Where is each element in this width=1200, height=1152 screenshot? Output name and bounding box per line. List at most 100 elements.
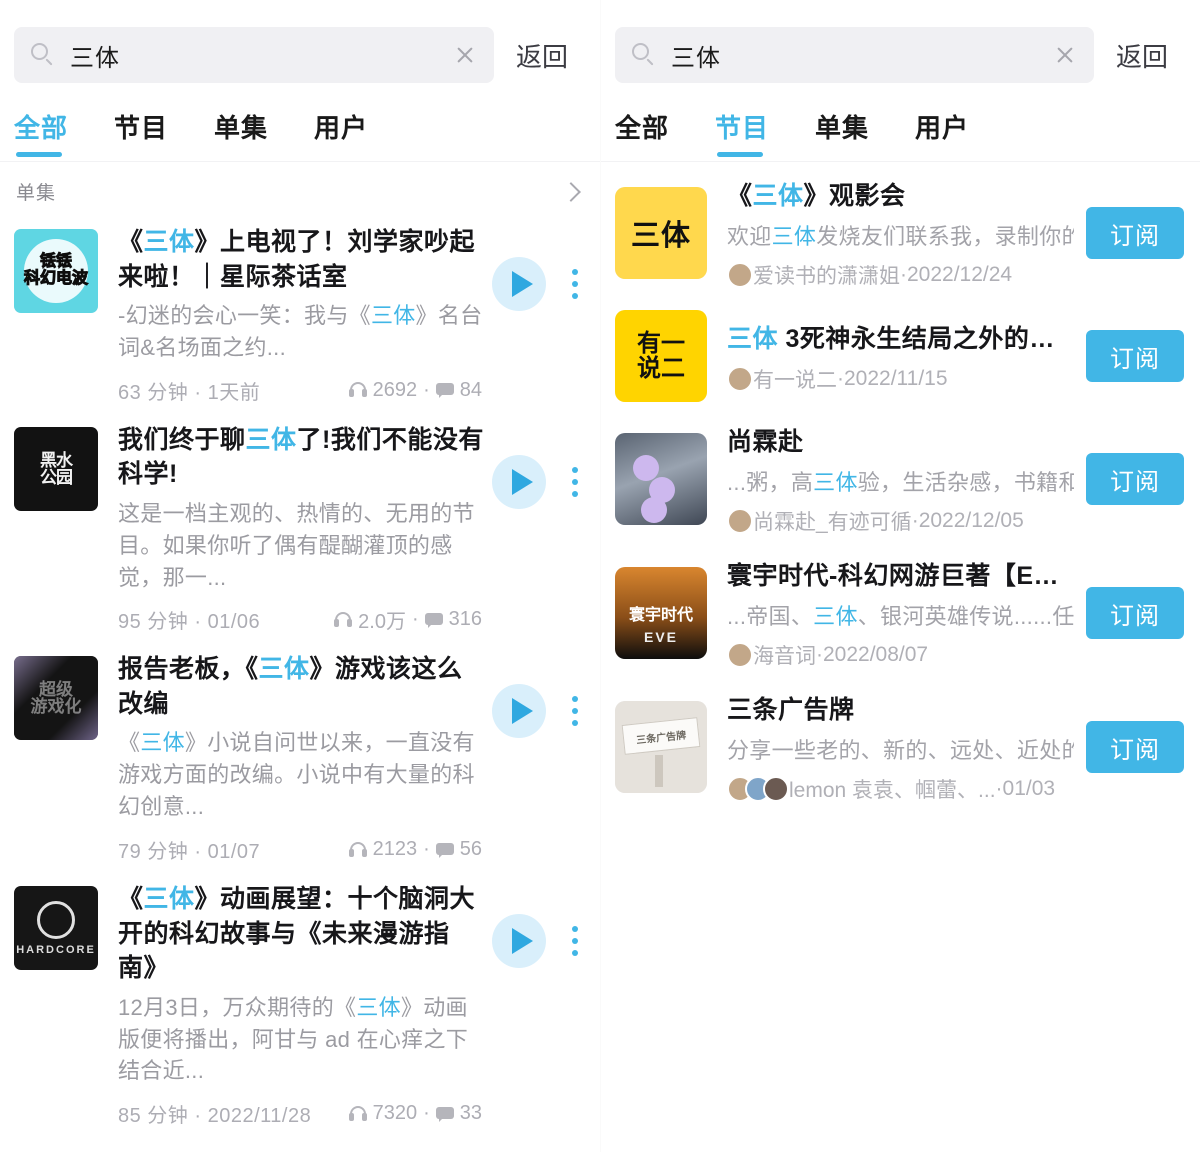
episode-row[interactable]: 黑水 公园 我们终于聊三体了!我们不能没有科学! 这是一档主观的、热情的、无用的节目。… (0, 413, 600, 643)
play-icon (511, 928, 533, 955)
search-input[interactable]: 三体 (615, 27, 1094, 83)
artwork: 铥铥 科幻电波 (14, 229, 98, 313)
play-button[interactable] (492, 454, 546, 509)
author-name: 爱读书的潇潇姐 (753, 265, 900, 288)
more-options-button[interactable] (564, 461, 586, 503)
podcast-cover[interactable]: 有一 说二 (615, 310, 707, 402)
podcast-description-highlight: 三体 (813, 604, 858, 629)
podcast-author-line: 海音词 · 2022/08/07 (727, 640, 1074, 670)
tab-divider (601, 161, 1200, 162)
episode-title: 《三体》上电视了！刘学家吵起来啦！｜星际茶话室 (118, 225, 486, 294)
meta-separator: · (995, 777, 1003, 800)
comment-count: 56 (459, 838, 482, 861)
episode-row[interactable]: 超级 游戏化 报告老板，《三体》游戏该这么改编 《三体》小说自问世以来，一直没有游戏方… (0, 642, 600, 872)
podcast-row[interactable]: 三条广告牌 三条广告牌 分享一些老的、新的、远处、近处的... lemon 袁袁、帼蕾… (601, 680, 1200, 814)
podcast-title-text: 三条广告牌 (727, 696, 855, 724)
episode-description-highlight: 三体 (370, 303, 416, 328)
episode-row[interactable]: 铥铥 科幻电波 《三体》上电视了！刘学家吵起来啦！｜星际茶话室 -幻迷的会心一笑：我与… (0, 215, 600, 413)
tab-all[interactable]: 全部 (615, 108, 669, 157)
podcast-date: 01/03 (1002, 777, 1056, 800)
episode-description-text: 这是一档主观的、热情的、无用的节目。如果你听了偶有醍醐灌顶的感觉，那一... (118, 500, 475, 590)
episode-row[interactable]: HARDCORE 《三体》动画展望：十个脑洞大开的科幻故事与《未来漫游指南》 12月… (0, 872, 600, 1136)
more-options-button[interactable] (564, 690, 586, 732)
podcast-cover[interactable]: 三体 (615, 187, 707, 279)
back-button[interactable]: 返回 (1094, 37, 1186, 74)
podcast-cover[interactable]: 寰宇时代 EVE (615, 567, 707, 659)
podcast-title-text: 》观影会 (803, 182, 906, 210)
podcast-author-line: 尚霖赴_有迹可循 · 2022/12/05 (727, 506, 1074, 536)
tab-podcasts[interactable]: 节目 (114, 108, 168, 157)
podcast-row[interactable]: 有一 说二 三体 3死神永生结局之外的意识... 有一说二 · 2022/11/15 订… (601, 300, 1200, 412)
episode-body: 《三体》动画展望：十个脑洞大开的科幻故事与《未来漫游指南》 12月3日，万众期待的… (118, 882, 492, 1128)
clear-icon[interactable] (452, 42, 478, 68)
search-icon (30, 42, 56, 68)
episode-thumbnail[interactable]: 铥铥 科幻电波 (14, 229, 98, 313)
author-avatars (727, 365, 753, 392)
author-name: 有一说二 (753, 368, 837, 392)
podcast-title-highlight: 三体 (727, 324, 779, 353)
episode-meta: 63 分钟 · 1天前 2692 · 84 (118, 376, 486, 405)
artwork: 黑水 公园 (14, 426, 98, 511)
episode-thumbnail[interactable]: 超级 游戏化 (14, 656, 98, 741)
avatar (727, 262, 753, 288)
podcast-title-text: 3死神永生结局之外的意识... (778, 324, 1074, 353)
episode-title-highlight: 三体 (143, 885, 195, 914)
episode-title: 《三体》动画展望：十个脑洞大开的科幻故事与《未来漫游指南》 (118, 882, 486, 986)
subscribe-button[interactable]: 订阅 (1086, 207, 1184, 259)
subscribe-button[interactable]: 订阅 (1086, 587, 1184, 639)
episode-thumbnail[interactable]: 黑水 公园 (14, 426, 98, 511)
tab-all[interactable]: 全部 (14, 108, 68, 157)
podcast-description: 分享一些老的、新的、远处、近处的... (727, 733, 1074, 765)
podcast-title-text: 寰宇时代-科幻网游巨著【EVE】... (727, 562, 1074, 590)
more-options-button[interactable] (564, 920, 586, 962)
section-header-episodes[interactable]: 单集 (0, 162, 600, 215)
play-button[interactable] (492, 914, 546, 969)
tab-all-label: 全部 (14, 113, 69, 143)
episode-title-text: 《 (118, 228, 144, 256)
headphone-icon (334, 611, 353, 628)
search-input[interactable]: 三体 (14, 27, 494, 83)
tab-episodes[interactable]: 单集 (815, 108, 869, 157)
chevron-right-icon[interactable] (561, 181, 581, 202)
clear-icon[interactable] (1052, 42, 1078, 68)
tab-podcasts[interactable]: 节目 (715, 108, 769, 157)
meta-separator: · (423, 378, 430, 401)
podcast-cover[interactable]: 三条广告牌 (615, 701, 707, 793)
tab-active-underline (16, 152, 62, 157)
author-name: 海音词 (753, 645, 816, 668)
podcast-row[interactable]: 寰宇时代EVE 寰宇时代-科幻网游巨著【EVE】... ...帝国、三体、银河英雄传… (601, 546, 1200, 680)
tab-users[interactable]: 用户 (915, 108, 969, 157)
comment-icon (435, 382, 454, 399)
play-button[interactable] (492, 257, 546, 311)
comment-icon (424, 612, 443, 628)
artwork: 寰宇时代 EVE (615, 567, 707, 659)
back-button[interactable]: 返回 (494, 37, 586, 74)
podcast-row[interactable]: 尚霖赴 ...粥，高三体验，生活杂感，书籍和... 尚霖赴_有迹可循 · 2022/… (601, 412, 1200, 546)
podcast-title: 《三体》观影会 (727, 176, 1074, 212)
comment-count: 316 (448, 608, 482, 631)
episode-thumbnail[interactable]: HARDCORE (14, 886, 98, 971)
tab-episodes[interactable]: 单集 (214, 108, 268, 157)
subscribe-button[interactable]: 订阅 (1086, 330, 1184, 382)
episode-duration-date: 63 分钟 · 1天前 (118, 381, 261, 404)
podcast-row[interactable]: 三体《三体》观影会欢迎三体发烧友们联系我，录制你的...爱读书的潇潇姐 · 20… (601, 166, 1200, 300)
artwork: 三体 (615, 187, 707, 279)
podcast-author-line: lemon 袁袁、帼蕾、... · 01/03 (727, 774, 1074, 804)
podcast-date: 2022/08/07 (823, 643, 929, 666)
tab-users-label: 用户 (915, 113, 970, 143)
episode-description: 《三体》小说自问世以来，一直没有游戏方面的改编。小说中有大量的科幻创意... (118, 727, 486, 823)
subscribe-button[interactable]: 订阅 (1086, 453, 1184, 505)
meta-separator: · (837, 366, 844, 390)
podcast-description-text: 欢迎 (727, 224, 772, 249)
comment-count: 33 (459, 1102, 482, 1125)
episode-body: 《三体》上电视了！刘学家吵起来啦！｜星际茶话室 -幻迷的会心一笑：我与《三体》名台… (118, 225, 492, 405)
podcast-title: 寰宇时代-科幻网游巨著【EVE】... (727, 556, 1074, 592)
podcast-description-text: ...粥，高 (727, 470, 814, 495)
meta-separator: · (423, 838, 430, 861)
subscribe-button[interactable]: 订阅 (1086, 721, 1184, 773)
more-options-button[interactable] (564, 263, 586, 305)
play-button[interactable] (492, 684, 546, 739)
tab-users[interactable]: 用户 (314, 108, 368, 157)
podcast-cover[interactable] (615, 433, 707, 525)
meta-separator: · (423, 1102, 430, 1125)
